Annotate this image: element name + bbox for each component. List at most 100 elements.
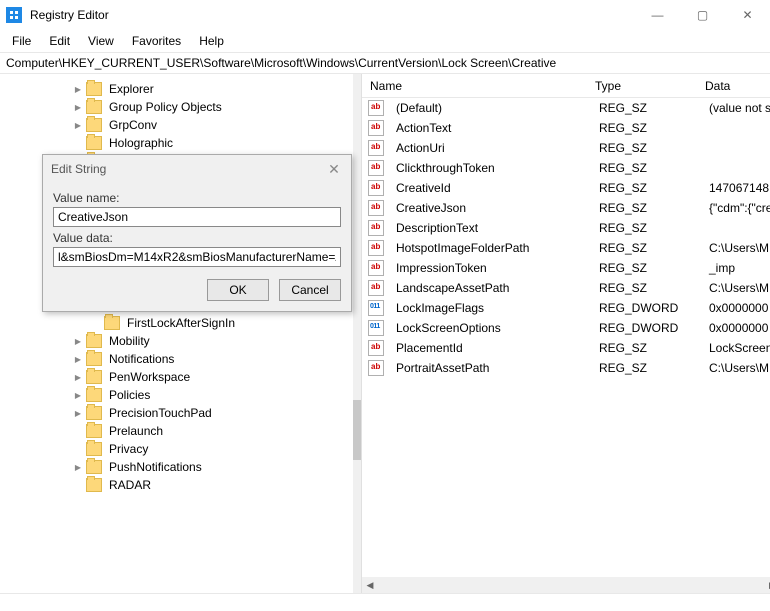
tree-vscrollbar[interactable] (353, 74, 361, 593)
expand-icon[interactable] (72, 463, 84, 472)
tree-node-firstlockaftersignin[interactable]: FirstLockAfterSignIn (0, 314, 353, 332)
window-buttons: — ▢ ✕ (635, 0, 770, 30)
maximize-button[interactable]: ▢ (680, 0, 725, 30)
expand-icon[interactable] (72, 373, 84, 382)
value-row[interactable]: DescriptionTextREG_SZ (362, 218, 770, 238)
tree-node-radar[interactable]: RADAR (0, 476, 353, 494)
column-data[interactable]: Data (697, 75, 770, 97)
value-row[interactable]: CreativeJsonREG_SZ{"cdm":{"cre (362, 198, 770, 218)
string-value-icon (368, 180, 384, 196)
string-value-icon (368, 360, 384, 376)
tree-vscroll-thumb[interactable] (353, 400, 361, 460)
tree-node-grpconv[interactable]: GrpConv (0, 116, 353, 134)
titlebar: Registry Editor — ▢ ✕ (0, 0, 770, 30)
string-value-icon (368, 240, 384, 256)
window-title: Registry Editor (30, 8, 635, 22)
value-row[interactable]: ActionUriREG_SZ (362, 138, 770, 158)
value-data-input[interactable] (53, 247, 341, 267)
menubar: File Edit View Favorites Help (0, 30, 770, 52)
value-row[interactable]: ImpressionTokenREG_SZ_imp (362, 258, 770, 278)
tree-node-privacy[interactable]: Privacy (0, 440, 353, 458)
edit-string-dialog: Edit String ✕ Value name: Value data: OK… (42, 154, 352, 312)
hscroll-right-button[interactable]: ▶ (764, 577, 770, 593)
close-button[interactable]: ✕ (725, 0, 770, 30)
value-type: REG_SZ (591, 239, 701, 257)
folder-icon (86, 370, 102, 384)
value-type: REG_SZ (591, 159, 701, 177)
value-data (701, 166, 770, 170)
address-path: Computer\HKEY_CURRENT_USER\Software\Micr… (6, 56, 556, 70)
column-type[interactable]: Type (587, 75, 697, 97)
value-name: DescriptionText (388, 219, 591, 237)
value-row[interactable]: LockImageFlagsREG_DWORD0x0000000 (362, 298, 770, 318)
tree-node-prelaunch[interactable]: Prelaunch (0, 422, 353, 440)
dialog-titlebar[interactable]: Edit String ✕ (43, 155, 351, 183)
cancel-button[interactable]: Cancel (279, 279, 341, 301)
tree-node-notifications[interactable]: Notifications (0, 350, 353, 368)
value-row[interactable]: LandscapeAssetPathREG_SZC:\Users\M. (362, 278, 770, 298)
tree-node-precisiontouchpad[interactable]: PrecisionTouchPad (0, 404, 353, 422)
string-value-icon (368, 120, 384, 136)
expand-icon[interactable] (72, 337, 84, 346)
expand-icon[interactable] (72, 391, 84, 400)
dialog-close-icon[interactable]: ✕ (325, 161, 343, 178)
tree-node-label: Mobility (106, 333, 153, 349)
tree-node-group-policy-objects[interactable]: Group Policy Objects (0, 98, 353, 116)
value-row[interactable]: (Default)REG_SZ(value not s (362, 98, 770, 118)
value-row[interactable]: CreativeIdREG_SZ147067148 (362, 178, 770, 198)
column-name[interactable]: Name (362, 75, 587, 97)
string-value-icon (368, 100, 384, 116)
menu-file[interactable]: File (4, 32, 39, 50)
value-name: ActionUri (388, 139, 591, 157)
menu-favorites[interactable]: Favorites (124, 32, 189, 50)
expand-icon[interactable] (72, 85, 84, 94)
tree-node-label: Prelaunch (106, 423, 166, 439)
string-value-icon (368, 220, 384, 236)
expand-icon[interactable] (72, 103, 84, 112)
tree-node-label: RADAR (106, 477, 154, 493)
value-data: C:\Users\M. (701, 279, 770, 297)
value-name: PortraitAssetPath (388, 359, 591, 377)
value-data: C:\Users\M. (701, 239, 770, 257)
hscroll-left-button[interactable]: ◀ (362, 577, 378, 593)
value-name: CreativeJson (388, 199, 591, 217)
folder-icon (86, 388, 102, 402)
string-value-icon (368, 200, 384, 216)
value-row[interactable]: PortraitAssetPathREG_SZC:\Users\M. (362, 358, 770, 378)
folder-icon (86, 442, 102, 456)
address-bar[interactable]: Computer\HKEY_CURRENT_USER\Software\Micr… (0, 52, 770, 74)
tree-node-penworkspace[interactable]: PenWorkspace (0, 368, 353, 386)
menu-help[interactable]: Help (191, 32, 232, 50)
content: ExplorerGroup Policy ObjectsGrpConvHolog… (0, 74, 770, 593)
minimize-button[interactable]: — (635, 0, 680, 30)
ok-button[interactable]: OK (207, 279, 269, 301)
value-row[interactable]: ClickthroughTokenREG_SZ (362, 158, 770, 178)
tree-node-explorer[interactable]: Explorer (0, 80, 353, 98)
menu-edit[interactable]: Edit (41, 32, 78, 50)
value-type: REG_SZ (591, 279, 701, 297)
value-row[interactable]: HotspotImageFolderPathREG_SZC:\Users\M. (362, 238, 770, 258)
tree-node-label: GrpConv (106, 117, 160, 133)
tree-node-pushnotifications[interactable]: PushNotifications (0, 458, 353, 476)
tree-node-holographic[interactable]: Holographic (0, 134, 353, 152)
expand-icon[interactable] (72, 121, 84, 130)
value-row[interactable]: PlacementIdREG_SZLockScreen (362, 338, 770, 358)
tree-node-label: Policies (106, 387, 153, 403)
expand-icon[interactable] (72, 355, 84, 364)
value-name-input[interactable] (53, 207, 341, 227)
value-row[interactable]: ActionTextREG_SZ (362, 118, 770, 138)
folder-icon (86, 406, 102, 420)
value-name: PlacementId (388, 339, 591, 357)
tree-node-policies[interactable]: Policies (0, 386, 353, 404)
value-name: HotspotImageFolderPath (388, 239, 591, 257)
folder-icon (86, 136, 102, 150)
tree-node-mobility[interactable]: Mobility (0, 332, 353, 350)
value-row[interactable]: LockScreenOptionsREG_DWORD0x0000000 (362, 318, 770, 338)
value-name: ActionText (388, 119, 591, 137)
expand-icon[interactable] (72, 409, 84, 418)
values-pane: Name Type Data (Default)REG_SZ(value not… (362, 74, 770, 593)
value-data: (value not s (701, 99, 770, 117)
menu-view[interactable]: View (80, 32, 122, 50)
list-hscrollbar[interactable]: ◀ ▶ (362, 577, 770, 593)
string-value-icon (368, 140, 384, 156)
